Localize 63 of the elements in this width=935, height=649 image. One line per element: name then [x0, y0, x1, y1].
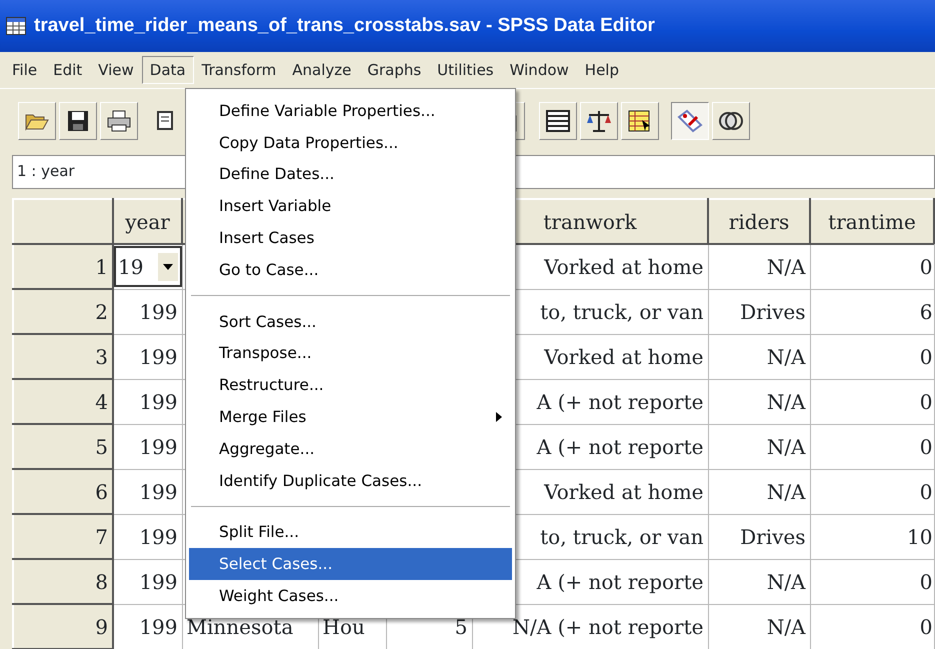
row-header[interactable]: 6	[13, 469, 113, 514]
column-header[interactable]: year	[113, 199, 182, 244]
row-header[interactable]: 7	[13, 514, 113, 559]
table-cell: 199	[113, 469, 182, 514]
table-cell: N/A (+ not reporte	[472, 604, 708, 649]
menu-item[interactable]: Define Variable Properties...	[189, 95, 512, 127]
table-cell: N/A	[708, 424, 810, 469]
table-cell: 0	[810, 379, 934, 424]
menu-item[interactable]: View	[90, 56, 142, 84]
row-header[interactable]: 5	[13, 424, 113, 469]
row-header[interactable]: 3	[13, 334, 113, 379]
table-cell: N/A	[708, 604, 810, 649]
menu-item[interactable]: Data	[142, 56, 194, 84]
menu-item[interactable]: Help	[576, 56, 627, 84]
table-cell: 10	[810, 514, 934, 559]
menu-item[interactable]: Graphs	[359, 56, 430, 84]
table-icon[interactable]	[539, 102, 577, 140]
menu-item[interactable]: Window	[502, 56, 577, 84]
menu-item[interactable]: Analyze	[284, 56, 360, 84]
table-cell: 199	[113, 604, 182, 649]
table-cell: 0	[810, 334, 934, 379]
menu-item[interactable]: Edit	[45, 56, 90, 84]
row-header[interactable]: 9	[13, 604, 113, 649]
column-header[interactable]: riders	[708, 199, 810, 244]
table-cell: 199	[113, 559, 182, 604]
submenu-arrow-icon	[496, 412, 502, 422]
sets-icon[interactable]	[712, 102, 750, 140]
table-cell: Drives	[708, 289, 810, 334]
table-cell: 199	[113, 379, 182, 424]
scale-icon[interactable]	[580, 102, 618, 140]
menu-item[interactable]: File	[4, 56, 46, 84]
table-cell: 199	[113, 289, 182, 334]
table-cell: 0	[810, 244, 934, 289]
value-labels-icon[interactable]	[671, 102, 709, 140]
table-cell: Drives	[708, 514, 810, 559]
window-title: travel_time_rider_means_of_trans_crosstabs.sav - SPSS Data Editor	[34, 15, 655, 37]
row-header[interactable]: 8	[13, 559, 113, 604]
menu-item[interactable]: Select Cases...	[189, 548, 512, 580]
table-cell: N/A	[708, 379, 810, 424]
open-folder-icon[interactable]	[18, 102, 56, 140]
column-header[interactable]: trantime	[810, 199, 934, 244]
cell-editor[interactable]: 19	[114, 246, 181, 288]
table-cell: 199	[113, 334, 182, 379]
table-cell: N/A	[708, 559, 810, 604]
row-header[interactable]: 4	[13, 379, 113, 424]
save-icon[interactable]	[59, 102, 97, 140]
table-cell: N/A	[708, 469, 810, 514]
row-header[interactable]: 1	[13, 244, 113, 289]
table-cell: N/A	[708, 334, 810, 379]
table-cell: N/A	[708, 244, 810, 289]
table-cell: 0	[810, 469, 934, 514]
menu-item[interactable]: Utilities	[429, 56, 502, 84]
spreadsheet-icon	[6, 17, 26, 35]
menu-item[interactable]: Transform	[194, 56, 284, 84]
row-header[interactable]: 2	[13, 289, 113, 334]
table-cell: 0	[810, 424, 934, 469]
table-cell: 6	[810, 289, 934, 334]
table-cell: 199	[113, 514, 182, 559]
table-cell: 0	[810, 604, 934, 649]
print-icon[interactable]	[100, 102, 138, 140]
table-cell: 0	[810, 559, 934, 604]
table-cell: 199	[113, 424, 182, 469]
grid-select-icon[interactable]	[621, 102, 659, 140]
